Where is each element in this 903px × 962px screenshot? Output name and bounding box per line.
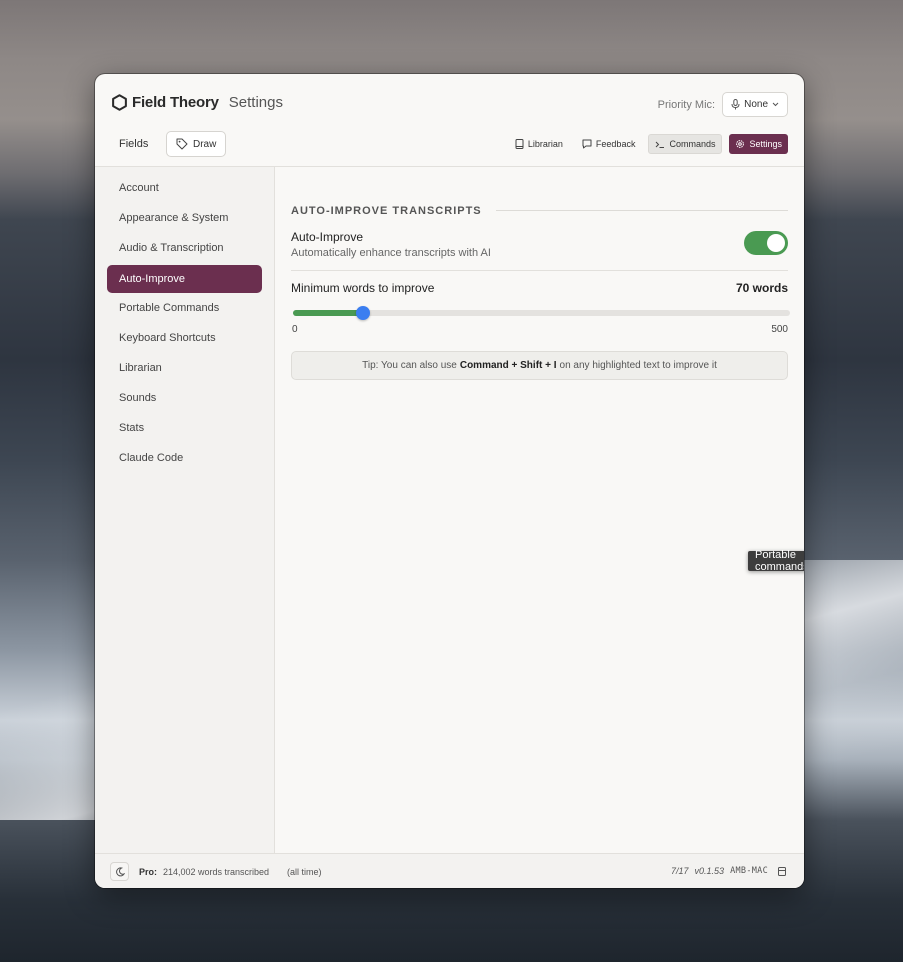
page-title: Settings — [228, 94, 283, 111]
host-name: AMB-MAC — [730, 866, 768, 876]
feedback-button-label: Feedback — [595, 139, 636, 149]
sidebar-item-portable-commands[interactable]: Portable Commands — [107, 294, 262, 322]
settings-window: Field Theory Settings Priority Mic: None… — [95, 74, 804, 888]
moon-icon — [115, 866, 125, 876]
chevron-down-icon — [772, 102, 779, 107]
gear-icon — [736, 140, 745, 148]
draw-button[interactable]: Draw — [166, 131, 227, 157]
footer-info: 7/17 v0.1.53 AMB-MAC — [671, 866, 786, 876]
brand: Field Theory Settings — [111, 94, 283, 111]
sidebar-item-sounds[interactable]: Sounds — [107, 384, 262, 412]
toggle-knob — [767, 234, 785, 252]
tip-shortcut: Command + Shift + I — [459, 360, 557, 371]
settings-button-label: Settings — [749, 139, 782, 149]
app-name: Field Theory — [132, 94, 219, 111]
auto-improve-toggle[interactable] — [744, 231, 788, 255]
draw-button-label: Draw — [193, 138, 217, 150]
slider-fill — [293, 310, 363, 316]
footer: Pro: 214,002 words transcribed (all time… — [95, 853, 804, 888]
sidebar-item-auto-improve[interactable]: Auto-Improve — [107, 265, 262, 293]
sidebar-item-librarian[interactable]: Librarian — [107, 354, 262, 382]
book-icon — [515, 139, 524, 149]
section-title: AUTO-IMPROVE TRANSCRIPTS — [291, 205, 482, 217]
sidebar-item-stats[interactable]: Stats — [107, 414, 262, 442]
slider-thumb[interactable] — [355, 306, 370, 320]
commands-button[interactable]: Commands — [648, 134, 723, 154]
theme-toggle-button[interactable] — [110, 862, 129, 881]
fields-link[interactable]: Fields — [119, 138, 148, 150]
words-transcribed: 214,002 words transcribed — [163, 867, 270, 877]
priority-mic: Priority Mic: None — [658, 92, 788, 117]
commands-button-label: Commands — [669, 139, 716, 149]
slider-min-label: 0 — [292, 324, 298, 335]
all-time-label: (all time) — [287, 867, 322, 877]
message-icon — [582, 139, 592, 149]
tag-icon — [176, 138, 188, 150]
tip-prefix: Tip: You can also use — [362, 360, 457, 371]
min-words-label: Minimum words to improve — [291, 281, 435, 295]
build-date: 7/17 — [671, 866, 689, 876]
auto-improve-title: Auto-Improve — [291, 230, 364, 244]
tip-suffix: on any highlighted text to improve it — [559, 360, 717, 371]
min-words-slider[interactable] — [293, 306, 790, 320]
sidebar-item-appearance-system[interactable]: Appearance & System — [107, 204, 262, 232]
librarian-button-label: Librarian — [527, 139, 563, 149]
auto-improve-description: Automatically enhance transcripts with A… — [291, 247, 491, 259]
settings-button[interactable]: Settings — [729, 134, 788, 154]
feedback-button[interactable]: Feedback — [576, 134, 642, 154]
header: Field Theory Settings Priority Mic: None… — [95, 74, 804, 167]
row-divider — [291, 270, 788, 271]
min-words-value: 70 words — [735, 281, 788, 295]
database-icon[interactable] — [778, 866, 786, 876]
microphone-icon — [731, 99, 740, 110]
terminal-icon — [656, 141, 665, 148]
sidebar-item-audio-transcription[interactable]: Audio & Transcription — [107, 234, 262, 262]
priority-mic-value: None — [744, 99, 768, 110]
version: v0.1.53 — [694, 866, 725, 876]
slider-max-label: 500 — [771, 324, 788, 335]
nav-buttons: Librarian Feedback Commands Settings — [502, 134, 788, 154]
tooltip: Portable commands — [748, 549, 804, 573]
main-panel: AUTO-IMPROVE TRANSCRIPTS Auto-Improve Au… — [275, 167, 804, 853]
tip-box: Tip: You can also use Command + Shift + … — [291, 351, 788, 380]
sidebar-item-keyboard-shortcuts[interactable]: Keyboard Shortcuts — [107, 324, 262, 352]
field-theory-logo-icon — [112, 94, 127, 111]
section-divider — [496, 210, 788, 211]
priority-mic-label: Priority Mic: — [657, 98, 716, 111]
sidebar: Account Appearance & System Audio & Tran… — [95, 167, 275, 853]
sidebar-item-claude-code[interactable]: Claude Code — [107, 444, 262, 472]
librarian-button[interactable]: Librarian — [509, 134, 569, 154]
priority-mic-select[interactable]: None — [722, 92, 788, 117]
pro-label: Pro: — [139, 867, 157, 877]
sidebar-item-account[interactable]: Account — [107, 174, 262, 202]
